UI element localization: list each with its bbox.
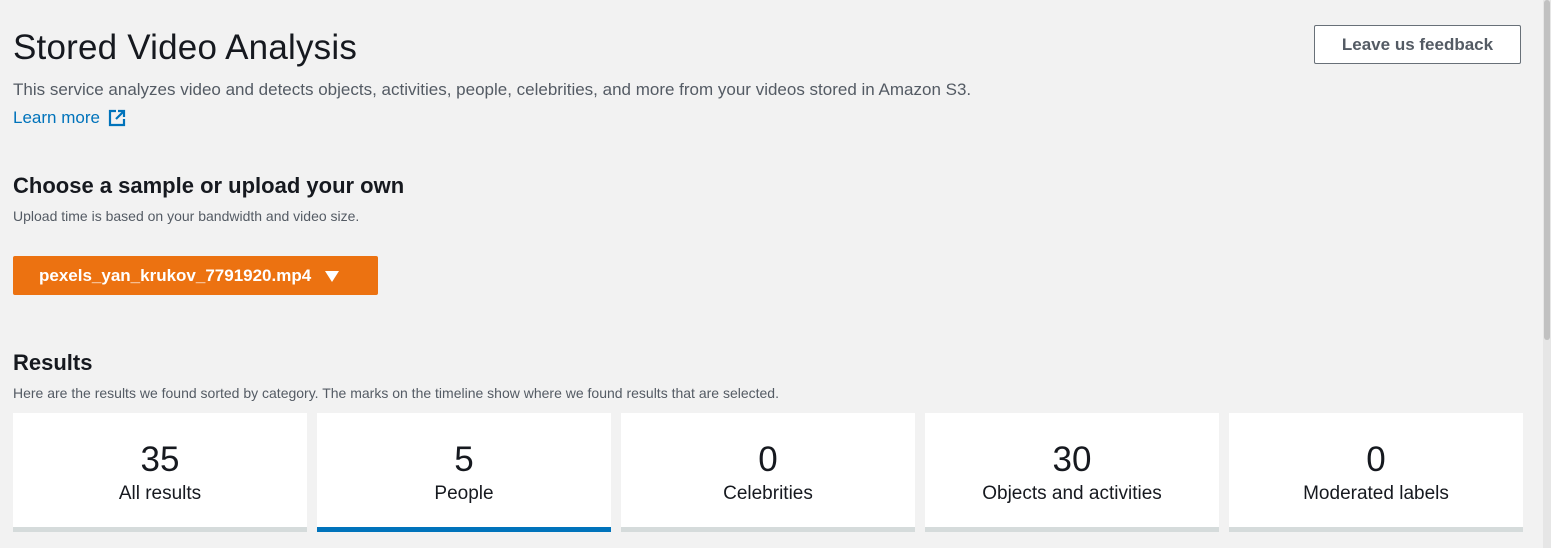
result-count: 0: [758, 440, 778, 479]
sample-section-heading: Choose a sample or upload your own: [13, 173, 405, 198]
results-subtext: Here are the results we found sorted by …: [13, 385, 779, 401]
result-label: Moderated labels: [1303, 483, 1449, 504]
stored-video-analysis-page: Stored Video Analysis This service analy…: [0, 0, 1551, 548]
page-title: Stored Video Analysis: [13, 28, 358, 67]
result-label: People: [434, 483, 494, 504]
result-card-all-results[interactable]: 35 All results: [13, 413, 307, 532]
results-heading: Results: [13, 350, 93, 375]
external-link-icon: [108, 109, 126, 127]
learn-more-label: Learn more: [13, 108, 100, 127]
learn-more-link[interactable]: Learn more: [13, 108, 126, 128]
selected-video-filename: pexels_yan_krukov_7791920.mp4: [39, 265, 312, 285]
result-count: 30: [1052, 440, 1092, 479]
result-count: 5: [454, 440, 474, 479]
scrollbar-thumb[interactable]: [1544, 0, 1550, 340]
leave-feedback-button[interactable]: Leave us feedback: [1314, 25, 1521, 64]
page-description: This service analyzes video and detects …: [13, 80, 972, 99]
vertical-scrollbar[interactable]: [1543, 0, 1551, 548]
caret-down-icon: [325, 270, 340, 282]
sample-section-subtext: Upload time is based on your bandwidth a…: [13, 208, 360, 224]
result-count: 35: [140, 440, 180, 479]
result-label: Celebrities: [723, 483, 813, 504]
sample-video-dropdown[interactable]: pexels_yan_krukov_7791920.mp4: [13, 256, 378, 295]
result-count: 0: [1366, 440, 1386, 479]
result-card-celebrities[interactable]: 0 Celebrities: [621, 413, 915, 532]
result-label: All results: [118, 483, 202, 504]
result-card-moderated-labels[interactable]: 0 Moderated labels: [1229, 413, 1523, 532]
result-card-people[interactable]: 5 People: [317, 413, 611, 532]
result-card-objects-and-activities[interactable]: 30 Objects and activities: [925, 413, 1219, 532]
result-label: Objects and activities: [982, 483, 1162, 504]
results-category-tabs: 35 All results 5 People 0 Celebrities 30…: [13, 413, 1523, 532]
